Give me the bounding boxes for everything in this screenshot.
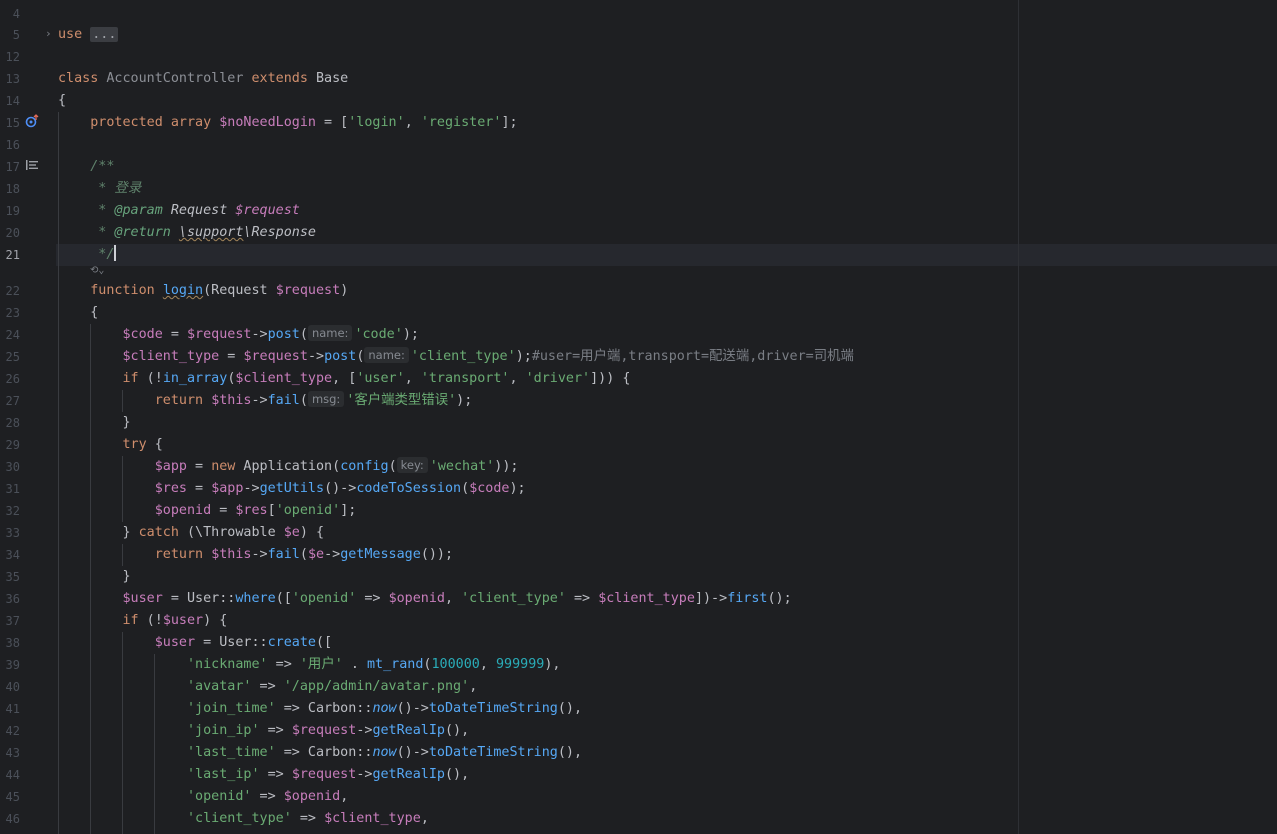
line-number: 45 (5, 790, 20, 804)
line-number: 34 (5, 548, 20, 562)
code-line[interactable]: if (!in_array($client_type, ['user', 'tr… (58, 368, 631, 390)
parameter-hint: key: (396, 457, 428, 473)
line-number: 28 (5, 416, 20, 430)
override-method-icon[interactable] (25, 112, 39, 134)
code-line[interactable]: $app = new Application(config(key:'wecha… (58, 456, 518, 478)
line-number-gutter[interactable]: 4 5 12 13 14 15 16 17 18 19 20 21 22 23 … (0, 0, 56, 834)
parameter-hint: msg: (307, 391, 345, 407)
code-line[interactable]: try { (58, 434, 163, 456)
code-line[interactable]: protected array $noNeedLogin = ['login',… (58, 112, 517, 134)
line-number: 44 (5, 768, 20, 782)
folded-imports[interactable]: ... (90, 27, 119, 42)
code-line[interactable]: $openid = $res['openid']; (58, 500, 357, 522)
line-number: 36 (5, 592, 20, 606)
right-margin-guide (1018, 0, 1019, 834)
code-line[interactable]: 'join_time' => Carbon::now()->toDateTime… (58, 698, 582, 720)
line-number: 15 (5, 116, 20, 130)
code-line[interactable]: class AccountController extends Base (58, 68, 348, 90)
line-number: 16 (5, 138, 20, 152)
code-line[interactable]: if (!$user) { (58, 610, 228, 632)
line-number: 39 (5, 658, 20, 672)
code-editor[interactable]: 4 5 12 13 14 15 16 17 18 19 20 21 22 23 … (0, 0, 1277, 834)
line-number: 20 (5, 226, 20, 240)
line-number-current: 21 (5, 248, 20, 262)
line-number: 22 (5, 284, 20, 298)
line-number: 29 (5, 438, 20, 452)
code-line[interactable]: } (58, 566, 131, 588)
line-number: 24 (5, 328, 20, 342)
code-line[interactable]: } (58, 412, 131, 434)
line-number: 23 (5, 306, 20, 320)
code-line[interactable]: 'last_time' => Carbon::now()->toDateTime… (58, 742, 582, 764)
line-number: 35 (5, 570, 20, 584)
line-number: 30 (5, 460, 20, 474)
line-number: 13 (5, 72, 20, 86)
chevron-right-icon[interactable]: › (45, 27, 52, 40)
line-number: 19 (5, 204, 20, 218)
code-line[interactable]: } catch (\Throwable $e) { (58, 522, 325, 544)
line-number: 31 (5, 482, 20, 496)
line-number: 12 (5, 50, 20, 64)
code-line[interactable]: $code = $request->post(name:'code'); (58, 324, 419, 346)
code-line[interactable]: 'nickname' => '用户' . mt_rand(100000, 999… (58, 654, 560, 676)
render-doc-icon[interactable] (26, 156, 39, 178)
code-line[interactable]: /** (58, 156, 114, 178)
line-number: 5 (12, 28, 20, 42)
text-caret (114, 245, 117, 261)
code-line[interactable]: use ... (58, 24, 119, 46)
code-line[interactable]: return $this->fail(msg: '客户端类型错误'); (58, 390, 472, 412)
code-line[interactable]: $user = User::create([ (58, 632, 332, 654)
line-number: 26 (5, 372, 20, 386)
line-number: 40 (5, 680, 20, 694)
code-line[interactable]: function login(Request $request) (58, 280, 348, 302)
parameter-hint: name: (364, 347, 409, 363)
line-number: 41 (5, 702, 20, 716)
line-number: 18 (5, 182, 20, 196)
code-line[interactable]: 'client_type' => $client_type, (58, 808, 429, 830)
line-number: 25 (5, 350, 20, 364)
code-line[interactable]: * 登录 (58, 178, 141, 200)
line-number: 33 (5, 526, 20, 540)
line-number: 32 (5, 504, 20, 518)
line-number: 17 (5, 160, 20, 174)
parameter-hint: name: (307, 325, 353, 341)
line-number: 46 (5, 812, 20, 826)
line-number: 38 (5, 636, 20, 650)
line-number: 42 (5, 724, 20, 738)
code-line[interactable]: $res = $app->getUtils()->codeToSession($… (58, 478, 526, 500)
line-number: 4 (12, 7, 20, 21)
code-line[interactable]: 'openid' => $openid, (58, 786, 348, 808)
code-line[interactable]: return $this->fail($e->getMessage()); (58, 544, 453, 566)
code-line[interactable]: * @return \support\Response (58, 222, 316, 244)
code-line[interactable]: 'join_ip' => $request->getRealIp(), (58, 720, 469, 742)
line-number: 14 (5, 94, 20, 108)
line-number: 37 (5, 614, 20, 628)
code-line[interactable]: $client_type = $request->post(name:'clie… (58, 346, 854, 368)
code-line[interactable]: { (58, 90, 66, 112)
code-line[interactable]: $user = User::where(['openid' => $openid… (58, 588, 792, 610)
line-number: 43 (5, 746, 20, 760)
code-line[interactable]: 'last_ip' => $request->getRealIp(), (58, 764, 469, 786)
code-line-current[interactable]: */ (58, 244, 117, 266)
line-number: 27 (5, 394, 20, 408)
code-line[interactable]: { (58, 302, 98, 324)
doc-toggle-icon[interactable]: ⟲⌄ (90, 263, 104, 279)
code-line[interactable]: * @param Request $request (58, 200, 300, 222)
current-line-highlight (0, 244, 1277, 266)
code-line[interactable]: 'avatar' => '/app/admin/avatar.png', (58, 676, 477, 698)
